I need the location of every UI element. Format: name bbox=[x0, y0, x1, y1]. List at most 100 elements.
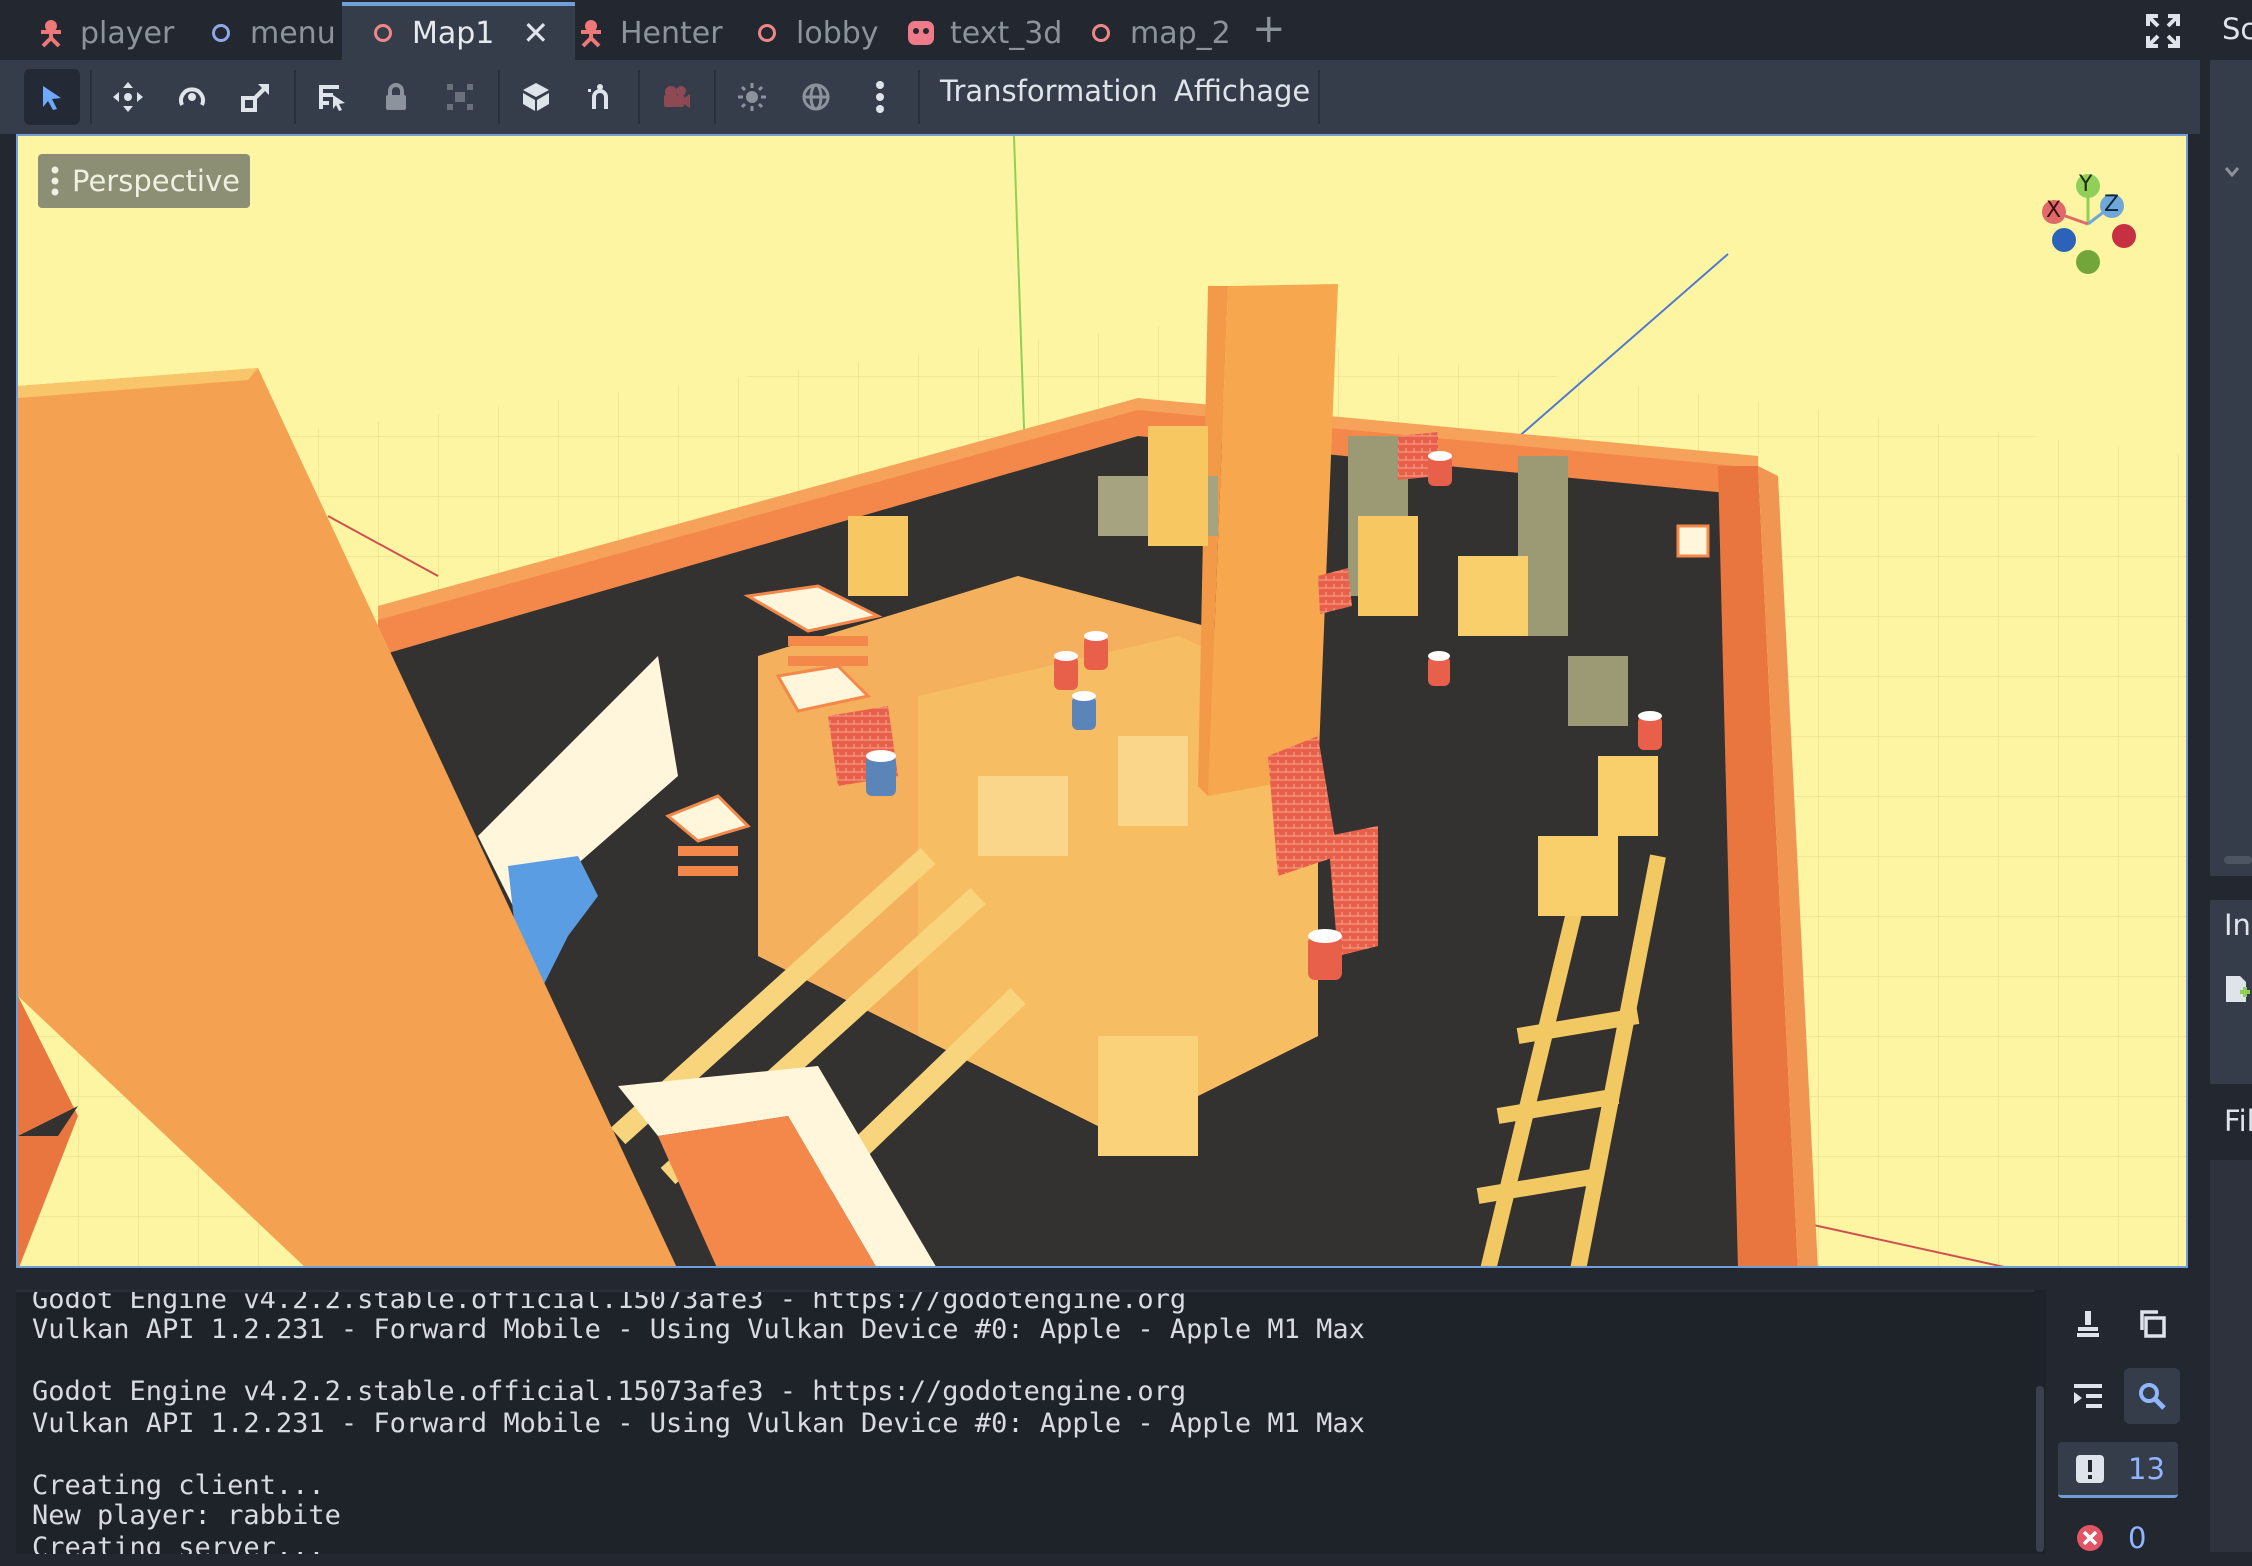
scene-tree-panel[interactable] bbox=[2210, 60, 2252, 876]
tab-player[interactable]: player bbox=[36, 6, 174, 60]
log-line: Godot Engine v4.2.2.stable.official.1507… bbox=[32, 1290, 1187, 1315]
group-button[interactable] bbox=[432, 69, 488, 125]
new-resource-icon[interactable] bbox=[2224, 974, 2252, 1004]
console-scrollbar[interactable] bbox=[2034, 1290, 2046, 1552]
character-icon bbox=[36, 18, 66, 48]
scale-mode-button[interactable] bbox=[228, 69, 284, 125]
select-mode-icon bbox=[43, 86, 61, 110]
collapse-duplicates-button[interactable] bbox=[2060, 1368, 2116, 1424]
log-line: Creating server... bbox=[32, 1532, 325, 1554]
inspector-dock-title[interactable]: In bbox=[2224, 908, 2251, 942]
scene-dock-title[interactable]: Sc bbox=[2222, 12, 2252, 46]
environment-icon bbox=[802, 83, 830, 111]
filesystem-panel[interactable] bbox=[2210, 1160, 2252, 1552]
transformation-menu[interactable]: Transformation bbox=[940, 74, 1158, 108]
filter-warnings-toggle[interactable]: 13 bbox=[2058, 1442, 2178, 1498]
move-mode-icon bbox=[113, 82, 143, 112]
lock-button[interactable] bbox=[368, 69, 424, 125]
log-line: Vulkan API 1.2.231 - Forward Mobile - Us… bbox=[32, 1408, 1365, 1439]
tab-label: player bbox=[80, 15, 175, 51]
tab-label: Map1 bbox=[412, 15, 495, 51]
add-tab-button[interactable]: + bbox=[1252, 6, 1286, 52]
close-icon[interactable]: ✕ bbox=[522, 14, 549, 52]
warning-icon bbox=[2076, 1454, 2104, 1483]
log-line: New player: rabbite bbox=[32, 1500, 341, 1531]
gizmo-y-label: Y bbox=[2079, 172, 2093, 197]
separator bbox=[918, 70, 920, 124]
collapse-icon bbox=[2074, 1384, 2102, 1408]
scrollbar-thumb[interactable] bbox=[2224, 856, 2252, 864]
sun-preview-button[interactable] bbox=[724, 69, 780, 125]
console-toolbar: 13 0 bbox=[2050, 1290, 2192, 1555]
separator bbox=[638, 70, 640, 124]
gizmo-x-label: X bbox=[2046, 198, 2062, 223]
tab-label: map_2 bbox=[1130, 15, 1231, 51]
viewport-toolbar: Transformation Affichage bbox=[0, 60, 2200, 134]
tab-label: menu bbox=[250, 15, 336, 51]
camera-button[interactable] bbox=[648, 69, 704, 125]
tab-label: text_3d bbox=[950, 15, 1063, 51]
perspective-menu-button[interactable]: Perspective bbox=[38, 154, 250, 208]
rotate-mode-icon bbox=[179, 87, 205, 106]
filter-errors-toggle[interactable]: 0 bbox=[2058, 1510, 2178, 1566]
control-node-icon bbox=[206, 18, 236, 48]
log-line: Godot Engine v4.2.2.stable.official.1507… bbox=[32, 1376, 1187, 1407]
more-icon bbox=[51, 166, 59, 196]
filesystem-dock-title[interactable]: Fil bbox=[2224, 1104, 2252, 1138]
search-button[interactable] bbox=[2124, 1368, 2180, 1424]
separator bbox=[714, 70, 716, 124]
warnings-count: 13 bbox=[2128, 1451, 2165, 1486]
character-icon bbox=[576, 18, 606, 48]
smiley-icon bbox=[906, 18, 936, 48]
error-icon bbox=[2077, 1525, 2103, 1551]
node3d-icon bbox=[1086, 18, 1116, 48]
snap-mesh-button[interactable] bbox=[508, 69, 564, 125]
chevron-down-icon bbox=[2224, 167, 2240, 178]
node3d-icon bbox=[368, 18, 398, 48]
log-line: Vulkan API 1.2.231 - Forward Mobile - Us… bbox=[32, 1314, 1365, 1345]
list-select-icon bbox=[319, 85, 345, 111]
scene-tab-bar: player menu Map1 ✕ Henter lobby text_3d … bbox=[0, 0, 2200, 60]
copy-log-button[interactable] bbox=[2124, 1296, 2180, 1352]
inspector-panel[interactable]: In bbox=[2210, 900, 2252, 1084]
view-mode-label: Perspective bbox=[72, 164, 240, 198]
group-icon bbox=[447, 84, 473, 110]
errors-count: 0 bbox=[2128, 1521, 2147, 1555]
separator bbox=[294, 70, 296, 124]
gizmo-z-label: Z bbox=[2104, 192, 2120, 217]
more-options-button[interactable] bbox=[852, 69, 908, 125]
select-mode-button[interactable] bbox=[24, 69, 80, 125]
physics-icon bbox=[588, 84, 608, 109]
output-console[interactable]: Godot Engine v4.2.2.stable.official.1507… bbox=[16, 1290, 2046, 1554]
list-select-button[interactable] bbox=[304, 69, 360, 125]
tab-lobby[interactable]: lobby bbox=[752, 6, 879, 60]
separator bbox=[1318, 70, 1320, 124]
rotate-mode-button[interactable] bbox=[164, 69, 220, 125]
camera-icon bbox=[664, 86, 690, 108]
tab-label: lobby bbox=[796, 15, 879, 51]
separator bbox=[90, 70, 92, 124]
log-line: Creating client... bbox=[32, 1470, 325, 1501]
physics-button[interactable] bbox=[572, 69, 628, 125]
tab-menu[interactable]: menu bbox=[206, 6, 336, 60]
move-mode-button[interactable] bbox=[100, 69, 156, 125]
3d-viewport[interactable]: Perspective Y Z X bbox=[16, 134, 2188, 1268]
sun-icon bbox=[738, 83, 766, 111]
copy-icon bbox=[2140, 1310, 2166, 1338]
tab-map-2[interactable]: map_2 bbox=[1086, 6, 1231, 60]
scrollbar-thumb[interactable] bbox=[2036, 1386, 2044, 1552]
tab-text-3d[interactable]: text_3d bbox=[906, 6, 1062, 60]
environment-preview-button[interactable] bbox=[788, 69, 844, 125]
more-icon bbox=[876, 81, 884, 113]
view-menu[interactable]: Affichage bbox=[1174, 74, 1310, 108]
scale-mode-icon bbox=[241, 84, 269, 112]
tab-label: Henter bbox=[620, 15, 723, 51]
search-icon bbox=[2139, 1383, 2166, 1410]
separator bbox=[498, 70, 500, 124]
broom-icon bbox=[2077, 1311, 2099, 1337]
fullscreen-icon[interactable] bbox=[2146, 14, 2180, 48]
clear-log-button[interactable] bbox=[2060, 1296, 2116, 1352]
node3d-icon bbox=[752, 18, 782, 48]
tab-henter[interactable]: Henter bbox=[576, 6, 723, 60]
tab-map1[interactable]: Map1 ✕ bbox=[342, 2, 576, 60]
